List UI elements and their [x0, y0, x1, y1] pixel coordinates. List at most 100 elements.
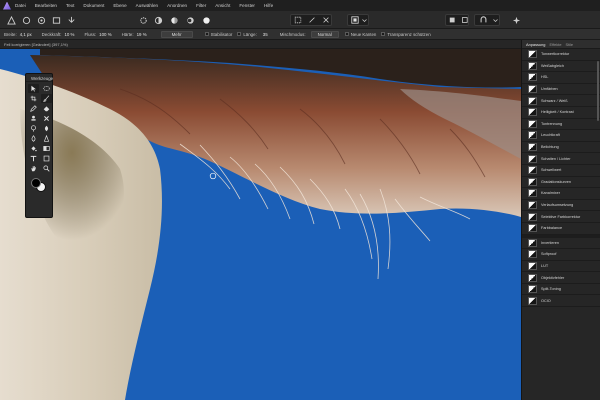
stabilisator-checkbox[interactable] — [204, 32, 209, 36]
menu-fenster[interactable]: Fenster — [239, 3, 255, 8]
app-logo-icon[interactable] — [3, 1, 11, 10]
adjustment-item-farbbalance[interactable]: Farbbalance — [522, 223, 600, 235]
tab-anpassung[interactable]: Anpassung — [526, 42, 545, 47]
adjustment-item-tonwertkorrektur[interactable]: Tonwertkorrektur — [522, 49, 600, 61]
export-persona-icon[interactable] — [65, 14, 77, 26]
adjustment-item-objektivfehler[interactable]: Objektivfehler — [522, 272, 600, 284]
settings-icon[interactable] — [137, 14, 149, 26]
fluss-value[interactable]: 100 % — [99, 32, 111, 37]
tab-stile[interactable]: Stile — [566, 42, 574, 47]
adjustment-label: Farbbalance — [541, 226, 563, 231]
adjustment-item-ocio[interactable]: OCIO — [522, 295, 600, 308]
deckkraft-value[interactable]: 10 % — [64, 32, 74, 37]
freehand-select-icon[interactable] — [305, 15, 319, 25]
menu-datei[interactable]: Datei — [15, 3, 26, 8]
dodge-icon[interactable] — [28, 124, 39, 133]
adjustment-label: Schatten / Lichter — [541, 156, 571, 161]
adjustment-thumbnail-icon — [528, 224, 537, 233]
menu-ansicht[interactable]: Ansicht — [215, 3, 230, 8]
develop-persona-icon[interactable] — [35, 14, 47, 26]
adjustment-item-schwellwert[interactable]: Schwellwert — [522, 165, 600, 177]
adjustment-item-split-toning[interactable]: Split-Toning — [522, 284, 600, 296]
mischmodus-select[interactable]: Normal — [310, 30, 339, 38]
arrange-front-icon[interactable] — [458, 15, 469, 25]
auto-white-balance-icon[interactable] — [200, 14, 212, 26]
auto-contrast-icon[interactable] — [168, 14, 180, 26]
adjustment-item-umfaerben[interactable]: Umfärben — [522, 84, 600, 96]
heal-icon[interactable] — [41, 114, 52, 123]
tab-effekte[interactable]: Effekte — [549, 42, 561, 47]
adjustment-thumbnail-icon — [528, 131, 537, 140]
auto-color-icon[interactable] — [184, 14, 196, 26]
adjustment-item-schwarz-weiss[interactable]: Schwarz / Weiß — [522, 95, 600, 107]
document-tab-bar: Fell korrigieren [Geändert] (397,1%) — [0, 40, 521, 49]
laenge-value[interactable]: 35 — [263, 32, 268, 37]
crop-icon[interactable] — [28, 94, 39, 103]
adjustment-item-leuchtkraft[interactable]: Leuchtkraft — [522, 130, 600, 142]
adjustment-item-belichtung[interactable]: Belichtung — [522, 142, 600, 154]
pencil-icon[interactable] — [28, 104, 39, 113]
mehr-button[interactable]: Mehr — [160, 30, 193, 38]
burn-icon[interactable] — [41, 124, 52, 133]
shape-icon[interactable] — [41, 154, 52, 163]
photo-persona-icon[interactable] — [5, 14, 17, 26]
adjustment-item-hsl[interactable]: HSL — [522, 72, 600, 84]
fill-icon[interactable] — [28, 144, 39, 153]
adjustment-item-selektive-farbkorrektur[interactable]: Selektive Farbkorrektur — [522, 211, 600, 223]
snapping-icon[interactable] — [476, 15, 490, 25]
color-swatches[interactable] — [30, 178, 48, 192]
smart-select-icon[interactable] — [319, 15, 333, 25]
adjustment-item-schatten-lichter[interactable]: Schatten / Lichter — [522, 153, 600, 165]
sharpen-icon[interactable] — [41, 134, 52, 143]
adjustment-item-helligkeit-kontrast[interactable]: Helligkeit / Kontrast — [522, 107, 600, 119]
move-icon[interactable] — [28, 84, 39, 93]
mischmodus-label: Mischmodus: — [279, 31, 306, 37]
adjustment-item-verlaufsumsetzung[interactable]: Verlaufsumsetzung — [522, 200, 600, 212]
levels-icon[interactable] — [152, 14, 164, 26]
adjustment-item-softproof[interactable]: Softproof — [522, 249, 600, 261]
mask-dropdown-icon[interactable] — [360, 15, 369, 25]
adjustment-scrollbar[interactable] — [597, 61, 599, 121]
menu-dokument[interactable]: Dokument — [83, 3, 104, 8]
document-tab[interactable]: Fell korrigieren [Geändert] (397,1%) — [4, 42, 68, 47]
adjustment-item-tontrennung[interactable]: Tontrennung — [522, 119, 600, 131]
menu-bearbeiten[interactable]: Bearbeiten — [35, 3, 57, 8]
liquify-persona-icon[interactable] — [20, 14, 32, 26]
adjustment-label: Tontrennung — [541, 121, 563, 126]
menu-text[interactable]: Text — [66, 3, 74, 8]
tone-mapping-persona-icon[interactable] — [50, 14, 62, 26]
adjustment-item-gradationskurven[interactable]: Gradationskurven — [522, 177, 600, 189]
neue-kanten-checkbox[interactable] — [344, 32, 349, 36]
brush-icon[interactable] — [41, 94, 52, 103]
transparenz-checkbox[interactable] — [381, 32, 386, 36]
adjustment-item-weissabgleich[interactable]: Weißabgleich — [522, 61, 600, 73]
zoom-icon[interactable] — [41, 164, 52, 173]
eraser-icon[interactable] — [41, 104, 52, 113]
image-canvas[interactable] — [0, 49, 521, 400]
neue-kanten-label: Neue Kanten — [350, 31, 377, 37]
foreground-color-swatch[interactable] — [31, 178, 41, 188]
select-icon[interactable] — [41, 84, 52, 93]
menu-ebene[interactable]: Ebene — [113, 3, 126, 8]
snapping-dropdown-icon[interactable] — [490, 15, 500, 25]
text-icon[interactable] — [28, 154, 39, 163]
adjustment-item-kanalmixer[interactable]: Kanalmixer — [522, 188, 600, 200]
stamp-icon[interactable] — [28, 114, 39, 123]
adjustment-item-lut[interactable]: LUT — [522, 261, 600, 273]
menu-anordnen[interactable]: Anordnen — [167, 3, 187, 8]
adjustment-label: Gradationskurven — [541, 179, 571, 184]
arrange-back-icon[interactable] — [447, 15, 458, 25]
menu-auswaehlen[interactable]: Auswählen — [136, 3, 158, 8]
menu-hilfe[interactable]: Hilfe — [264, 3, 273, 8]
breite-value[interactable]: 4,1 px — [20, 32, 32, 37]
blur-icon[interactable] — [28, 134, 39, 143]
rect-select-icon[interactable] — [291, 15, 305, 25]
hand-icon[interactable] — [28, 164, 39, 173]
adjustment-item-invertieren[interactable]: Invertieren — [522, 238, 600, 250]
adjustment-thumbnail-icon — [528, 201, 537, 210]
laenge-checkbox[interactable] — [237, 32, 242, 36]
assistant-icon[interactable] — [510, 14, 522, 26]
haerte-value[interactable]: 19 % — [137, 32, 147, 37]
menu-filter[interactable]: Filter — [196, 3, 206, 8]
gradient-icon[interactable] — [41, 144, 52, 153]
